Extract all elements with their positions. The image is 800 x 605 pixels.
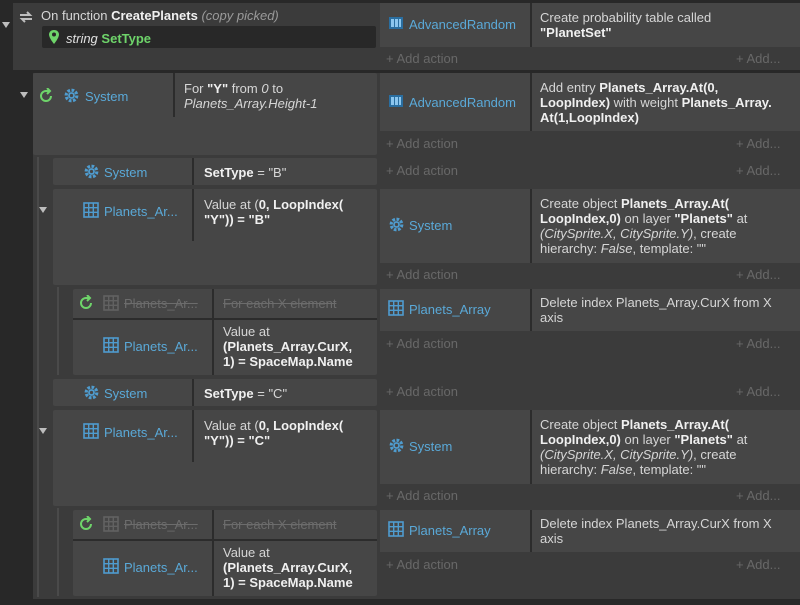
action-text-line3: (CitySprite.X, CitySprite.Y), create <box>540 226 737 241</box>
array-grid-icon <box>103 295 119 311</box>
location-pin-icon <box>49 30 59 44</box>
action-object-label: System <box>409 439 453 454</box>
condition-object-label: System <box>104 386 148 401</box>
array-grid-icon <box>388 521 404 537</box>
add-action-link[interactable]: + Add action <box>386 384 458 399</box>
action-text-line2: LoopIndex) with weight Planets_Array. <box>540 95 772 110</box>
system-gear-icon <box>84 385 99 400</box>
condition-line2: "Y")) = "B" <box>204 212 271 227</box>
condition-line2: "Y")) = "C" <box>204 433 271 448</box>
loop-condition-line1: For "Y" from 0 to <box>184 81 284 96</box>
action-text-line3: (CitySprite.X, CitySprite.Y), create <box>540 447 737 462</box>
add-action-link[interactable]: + Add action <box>386 163 458 178</box>
disabled-condition-text: For each X element <box>223 296 337 311</box>
add-action-link[interactable]: + Add action <box>386 136 458 151</box>
array-grid-icon <box>103 516 119 532</box>
action-text-line4: hierarchy: False, template: "" <box>540 241 707 256</box>
action-text-line1: Delete index Planets_Array.CurX from X <box>540 516 772 531</box>
array-grid-icon <box>103 337 119 353</box>
loop-condition-line2: Planets_Array.Height-1 <box>184 96 318 111</box>
condition-line3: 1) = SpaceMap.Name <box>223 354 353 369</box>
collapse-arrow-icon[interactable] <box>2 22 10 28</box>
add-action-link[interactable]: + Add action <box>386 488 458 503</box>
action-text-line3: At(1,LoopIndex) <box>540 110 639 125</box>
array-grid-icon <box>103 558 119 574</box>
settype-b-text: SetType = "B" <box>204 165 287 180</box>
collapse-arrow-icon[interactable] <box>39 428 47 434</box>
array-grid-icon <box>83 423 99 439</box>
add-action-link[interactable]: + Add action <box>386 557 458 572</box>
add-more-link[interactable]: + Add... <box>736 384 780 399</box>
add-more-link[interactable]: + Add... <box>736 557 780 572</box>
condition-line1: Value at <box>223 324 270 339</box>
condition-line2: (Planets_Array.CurX, <box>223 560 353 575</box>
add-action-link[interactable]: + Add action <box>386 51 458 66</box>
action-text-line1: Create object Planets_Array.At( <box>540 417 730 432</box>
settype-c-text: SetType = "C" <box>204 386 288 401</box>
add-more-link[interactable]: + Add... <box>736 488 780 503</box>
condition-line1: Value at (0, LoopIndex( <box>204 197 344 212</box>
disabled-object-label: Planets_Ar... <box>124 517 198 532</box>
disabled-object-label: Planets_Ar... <box>124 296 198 311</box>
action-object-label: Planets_Array <box>409 302 491 317</box>
system-gear-icon <box>389 217 404 232</box>
action-text-line2: LoopIndex,0) on layer "Planets" at <box>540 211 748 226</box>
condition-object-label: Planets_Ar... <box>104 425 178 440</box>
condition-object-label: Planets_Ar... <box>124 560 198 575</box>
collapse-arrow-icon[interactable] <box>20 92 28 98</box>
action-text-line2: "PlanetSet" <box>540 25 612 40</box>
action-text-line1: Add entry Planets_Array.At(0, <box>540 80 719 95</box>
add-more-link[interactable]: + Add... <box>736 136 780 151</box>
action-text-line2: axis <box>540 310 564 325</box>
condition-line3: 1) = SpaceMap.Name <box>223 575 353 590</box>
array-grid-icon <box>83 202 99 218</box>
system-gear-icon <box>84 164 99 179</box>
system-gear-icon <box>64 88 79 103</box>
add-more-link[interactable]: + Add... <box>736 267 780 282</box>
condition-line1: Value at (0, LoopIndex( <box>204 418 344 433</box>
array-grid-icon <box>388 300 404 316</box>
action-object-label: AdvancedRandom <box>409 95 516 110</box>
collapse-arrow-icon[interactable] <box>39 207 47 213</box>
loop-icon <box>80 516 92 530</box>
action-object-label: AdvancedRandom <box>409 17 516 32</box>
action-text-line4: hierarchy: False, template: "" <box>540 462 707 477</box>
function-icon <box>19 11 33 23</box>
add-more-link[interactable]: + Add... <box>736 336 780 351</box>
action-text-line2: LoopIndex,0) on layer "Planets" at <box>540 432 748 447</box>
condition-object-label: Planets_Ar... <box>104 204 178 219</box>
action-text-line1: Create probability table called <box>540 10 712 25</box>
loop-icon <box>80 295 92 309</box>
add-more-link[interactable]: + Add... <box>736 163 780 178</box>
advancedrandom-icon <box>389 17 403 29</box>
add-action-link[interactable]: + Add action <box>386 336 458 351</box>
condition-object-label: System <box>85 89 129 104</box>
action-object-label: System <box>409 218 453 233</box>
condition-object-label: System <box>104 165 148 180</box>
system-gear-icon <box>389 438 404 453</box>
action-object-label: Planets_Array <box>409 523 491 538</box>
action-text-line2: axis <box>540 531 564 546</box>
condition-line1: Value at <box>223 545 270 560</box>
condition-line2: (Planets_Array.CurX, <box>223 339 353 354</box>
add-more-link[interactable]: + Add... <box>736 51 780 66</box>
function-header-text: On function CreatePlanets (copy picked) <box>41 8 279 23</box>
parameter-text: string SetType <box>66 31 152 46</box>
add-action-link[interactable]: + Add action <box>386 267 458 282</box>
loop-icon <box>40 88 52 102</box>
action-text-line1: Create object Planets_Array.At( <box>540 196 730 211</box>
disabled-condition-text: For each X element <box>223 517 337 532</box>
condition-object-label: Planets_Ar... <box>124 339 198 354</box>
action-text-line1: Delete index Planets_Array.CurX from X <box>540 295 772 310</box>
advancedrandom-icon <box>389 95 403 107</box>
